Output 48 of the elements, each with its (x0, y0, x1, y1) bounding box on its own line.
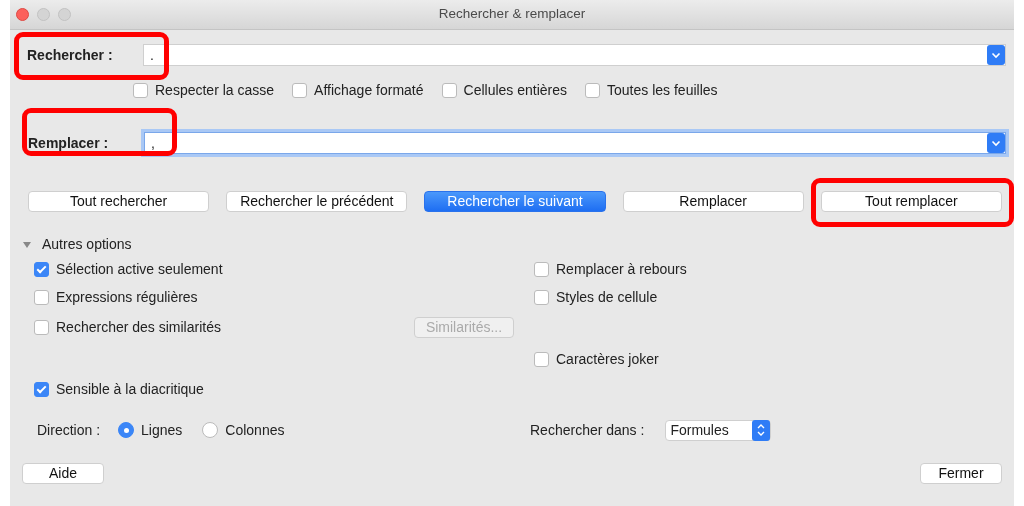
checkbox[interactable] (292, 83, 308, 98)
checkbox[interactable] (585, 83, 601, 98)
checkbox[interactable] (534, 289, 549, 305)
dropdown-icon[interactable] (987, 45, 1005, 65)
search-in-select[interactable]: Formules (665, 419, 772, 441)
zoom-button[interactable] (58, 8, 71, 21)
checkbox-label: Expressions régulières (56, 287, 198, 307)
checkbox-label: Sélection active seulement (56, 259, 223, 279)
field-label: Rechercher : (27, 45, 114, 65)
checkbox-label: Caractères joker (556, 349, 659, 369)
checkbox[interactable] (441, 83, 457, 98)
radio-label: Colonnes (225, 420, 285, 440)
checkbox-label: Sensible à la diacritique (56, 379, 204, 399)
minimize-button[interactable] (37, 8, 50, 21)
close-button[interactable] (16, 8, 29, 21)
action-button[interactable]: Rechercher le suivant (424, 191, 606, 212)
checkbox[interactable] (34, 381, 49, 397)
checkbox-label: Remplacer à rebours (556, 259, 687, 279)
search-in-label: Rechercher dans : (530, 420, 645, 440)
checkbox-label: Styles de cellule (556, 287, 658, 307)
checkbox[interactable] (34, 289, 49, 305)
dropdown-icon[interactable] (987, 133, 1005, 153)
combo-field[interactable]: . (143, 44, 1006, 66)
radio-button[interactable] (118, 422, 135, 438)
action-button[interactable]: Rechercher le précédent (226, 191, 408, 212)
combo-field[interactable]: , (144, 132, 1006, 154)
checkbox-label: Cellules entières (463, 81, 568, 100)
checkbox-label: Rechercher des similarités (56, 317, 221, 337)
checkbox-label: Respecter la casse (155, 81, 275, 100)
section-label[interactable]: Autres options (42, 234, 132, 255)
checkbox-label: Affichage formaté (314, 81, 424, 100)
radio-label: Lignes (141, 420, 183, 440)
field-label: Remplacer : (28, 133, 110, 153)
help-button[interactable]: Aide (22, 463, 104, 484)
checkbox[interactable] (34, 319, 49, 335)
action-button[interactable]: Tout remplacer (820, 191, 1002, 212)
checkbox[interactable] (534, 261, 549, 277)
action-button[interactable]: Tout rechercher (28, 191, 210, 212)
window-title: Rechercher & remplacer (438, 6, 586, 22)
checkbox[interactable] (34, 261, 49, 277)
checkbox[interactable] (534, 351, 549, 367)
radio-button[interactable] (202, 422, 219, 438)
checkbox-label: Toutes les feuilles (607, 81, 718, 100)
direction-label: Direction : (37, 420, 101, 440)
action-button[interactable]: Remplacer (622, 191, 804, 212)
close-dialog-button[interactable]: Fermer (920, 463, 1002, 484)
checkbox[interactable] (133, 83, 148, 98)
stepper-icon[interactable] (752, 419, 771, 441)
